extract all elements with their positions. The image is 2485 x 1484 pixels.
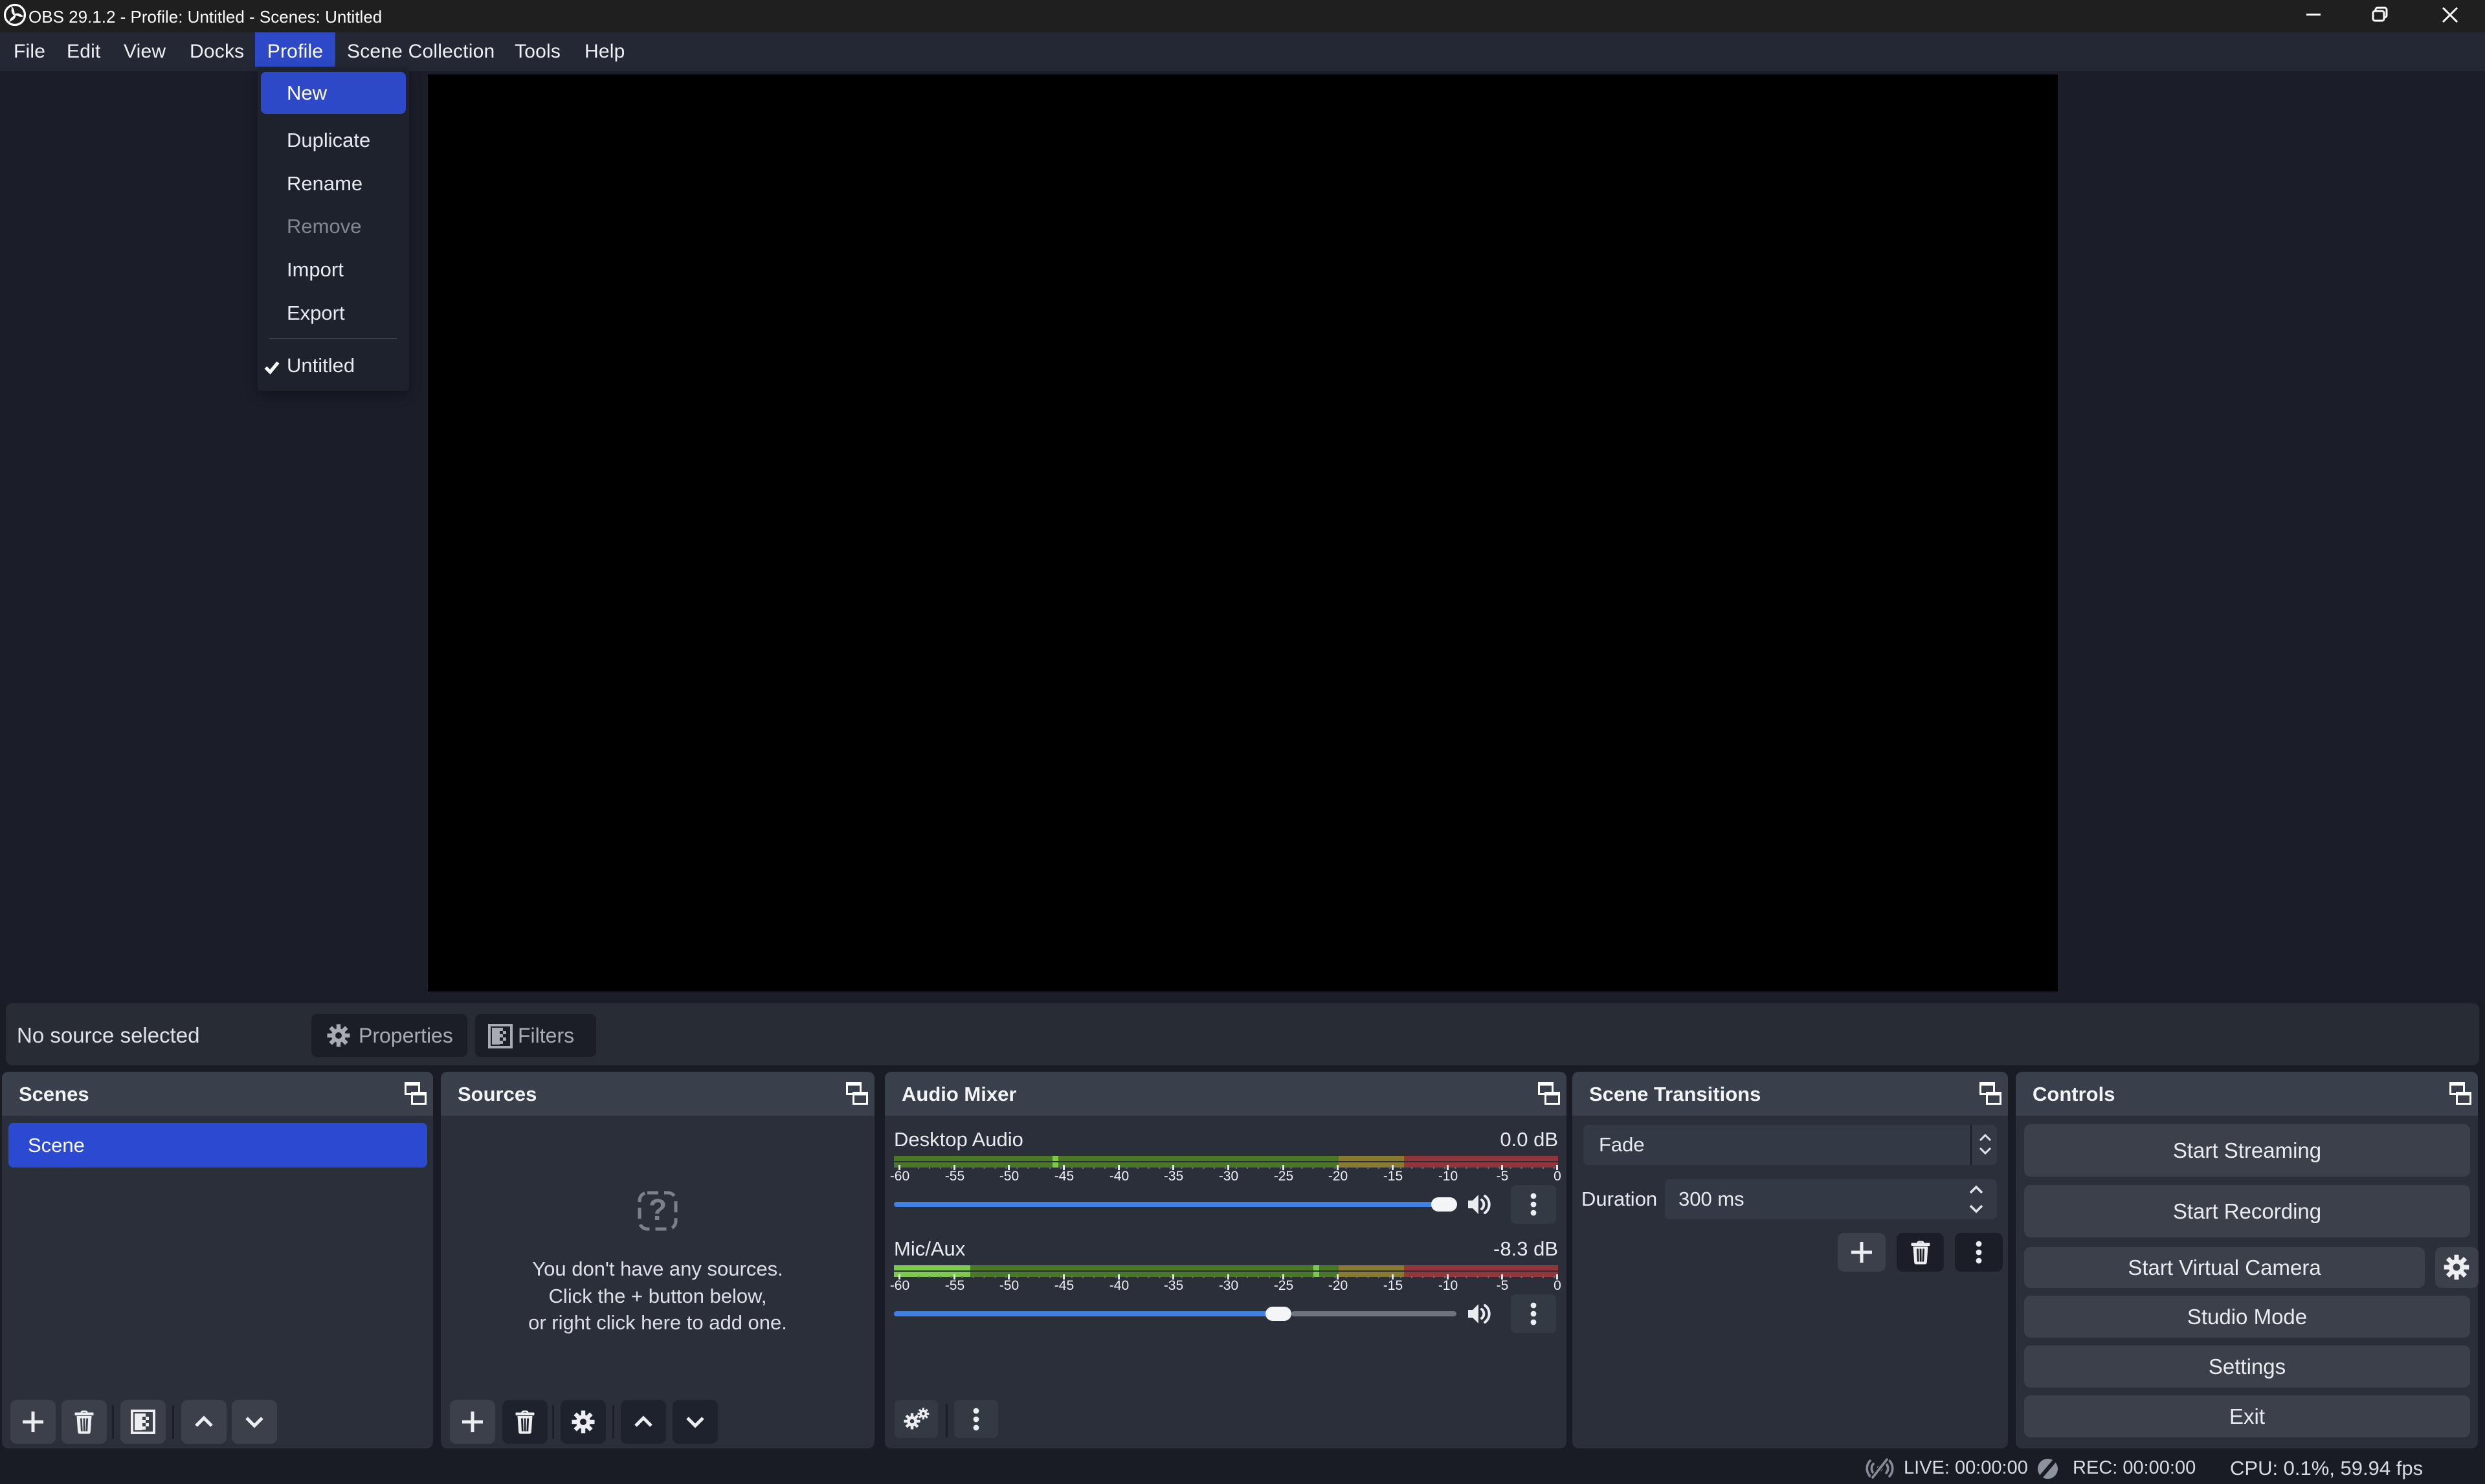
- svg-text:?: ?: [649, 1193, 667, 1226]
